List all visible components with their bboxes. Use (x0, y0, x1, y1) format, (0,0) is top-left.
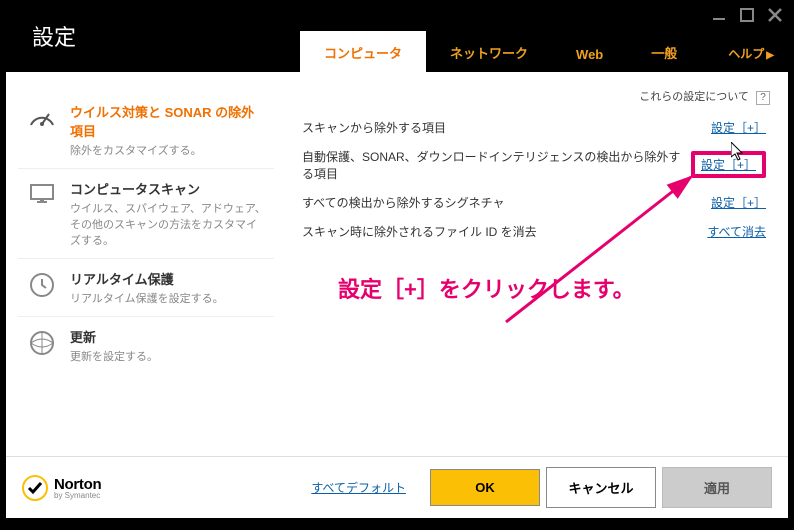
sidebar-item-desc: リアルタイム保護を設定する。 (70, 290, 266, 306)
about-label: これらの設定について (639, 91, 749, 103)
setting-row: スキャン時に除外されるファイル ID を消去 すべて消去 (298, 217, 770, 246)
maximize-button[interactable] (738, 6, 756, 24)
norton-check-icon (22, 475, 48, 501)
minimize-button[interactable] (710, 6, 728, 24)
sidebar: ウイルス対策と SONAR の除外項目 除外をカスタマイズする。 コンピュータス… (6, 72, 286, 456)
sidebar-item-title: 更新 (70, 327, 266, 346)
settings-panel: これらの設定について ? スキャンから除外する項目 設定［+］ 自動保護、SON… (286, 72, 788, 456)
norton-brand-text: Norton (54, 476, 101, 493)
sidebar-item-text: リアルタイム保護 リアルタイム保護を設定する。 (70, 269, 266, 306)
monitor-icon (26, 179, 58, 211)
titlebar: 設定 コンピュータ ネットワーク Web 一般 ヘルプ▶ (0, 0, 794, 72)
setting-row: すべての検出から除外するシグネチャ 設定［+］ (298, 188, 770, 217)
globe-update-icon (26, 327, 58, 359)
sidebar-item-scan[interactable]: コンピュータスキャン ウイルス、スパイウェア、アドウェア、その他のスキャンの方法… (18, 169, 274, 259)
sidebar-item-desc: 更新を設定する。 (70, 348, 266, 364)
tab-help[interactable]: ヘルプ▶ (720, 33, 782, 72)
setting-label: 自動保護、SONAR、ダウンロードインテリジェンスの検出から除外する項目 (302, 148, 681, 182)
setting-label: スキャン時に除外されるファイル ID を消去 (302, 223, 697, 240)
gauge-icon (26, 102, 58, 134)
tab-bar: コンピュータ ネットワーク Web 一般 (300, 31, 701, 72)
sidebar-item-title: コンピュータスキャン (70, 179, 266, 198)
help-icon[interactable]: ? (756, 91, 770, 105)
sidebar-item-text: コンピュータスキャン ウイルス、スパイウェア、アドウェア、その他のスキャンの方法… (70, 179, 266, 248)
sidebar-item-realtime[interactable]: リアルタイム保護 リアルタイム保護を設定する。 (18, 259, 274, 317)
clear-all-link[interactable]: すべて消去 (707, 223, 766, 240)
tab-help-label: ヘルプ (728, 47, 764, 61)
sidebar-item-title: リアルタイム保護 (70, 269, 266, 288)
sidebar-item-title: ウイルス対策と SONAR の除外項目 (70, 102, 266, 140)
sidebar-item-exclusions[interactable]: ウイルス対策と SONAR の除外項目 除外をカスタマイズする。 (18, 92, 274, 169)
window-controls (710, 6, 784, 24)
tab-web[interactable]: Web (552, 35, 627, 72)
sidebar-item-text: 更新 更新を設定する。 (70, 327, 266, 364)
setting-label: スキャンから除外する項目 (302, 119, 701, 136)
configure-link[interactable]: 設定［+］ (711, 119, 766, 136)
about-row: これらの設定について ? (298, 88, 770, 105)
annotation-text: 設定［+］をクリックします。 (338, 272, 635, 304)
setting-row: スキャンから除外する項目 設定［+］ (298, 113, 770, 142)
annotation-highlight: 設定［+］ (691, 151, 766, 178)
ok-button[interactable]: OK (430, 469, 540, 506)
window-title: 設定 (0, 20, 76, 52)
norton-subtext: by Symantec (54, 491, 101, 500)
sidebar-item-desc: ウイルス、スパイウェア、アドウェア、その他のスキャンの方法をカスタマイズする。 (70, 200, 266, 248)
tab-network[interactable]: ネットワーク (426, 31, 552, 72)
sidebar-item-update[interactable]: 更新 更新を設定する。 (18, 317, 274, 374)
sidebar-item-text: ウイルス対策と SONAR の除外項目 除外をカスタマイズする。 (70, 102, 266, 158)
footer: Norton by Symantec すべてデフォルト OK キャンセル 適用 (6, 456, 788, 518)
configure-link[interactable]: 設定［+］ (701, 158, 756, 172)
setting-label: すべての検出から除外するシグネチャ (302, 194, 701, 211)
content: ウイルス対策と SONAR の除外項目 除外をカスタマイズする。 コンピュータス… (6, 72, 788, 456)
clock-icon (26, 269, 58, 301)
cancel-button[interactable]: キャンセル (546, 467, 656, 508)
norton-logo: Norton by Symantec (22, 475, 101, 501)
tab-general[interactable]: 一般 (627, 31, 701, 72)
sidebar-item-desc: 除外をカスタマイズする。 (70, 142, 266, 158)
configure-link[interactable]: 設定［+］ (711, 194, 766, 211)
tab-computer[interactable]: コンピュータ (300, 31, 426, 72)
close-button[interactable] (766, 6, 784, 24)
defaults-link[interactable]: すべてデフォルト (311, 479, 406, 496)
apply-button[interactable]: 適用 (662, 467, 772, 508)
setting-row: 自動保護、SONAR、ダウンロードインテリジェンスの検出から除外する項目 設定［… (298, 142, 770, 188)
chevron-right-icon: ▶ (766, 50, 774, 61)
norton-brand: Norton by Symantec (54, 476, 101, 500)
content-wrap: ウイルス対策と SONAR の除外項目 除外をカスタマイズする。 コンピュータス… (0, 72, 794, 524)
